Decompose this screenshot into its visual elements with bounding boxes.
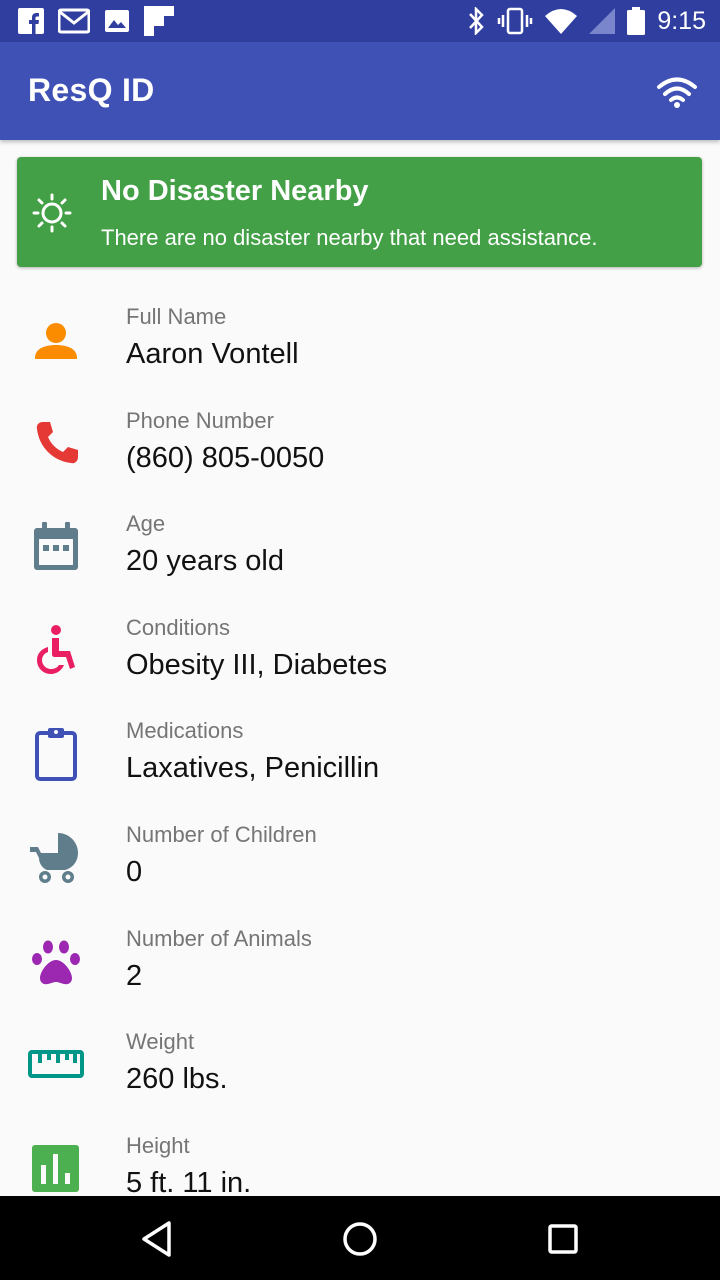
- profile-row-full-name: Full Name Aaron Vontell: [0, 268, 720, 372]
- profile-row-weight: Weight 260 lbs.: [0, 993, 720, 1097]
- clipboard-icon: [35, 728, 77, 781]
- cell-signal-icon: [589, 8, 616, 34]
- row-label: Full Name: [126, 304, 227, 329]
- row-value: Obesity III, Diabetes: [126, 649, 388, 681]
- wifi-icon[interactable]: [656, 76, 698, 108]
- phone-icon: [36, 422, 78, 464]
- row-label: Age: [126, 511, 166, 536]
- vibrate-icon: [498, 7, 533, 35]
- sun-icon: [32, 193, 72, 233]
- row-value: 2: [126, 960, 143, 992]
- system-nav-bar: [0, 1196, 720, 1280]
- banner-title: No Disaster Nearby: [101, 175, 369, 207]
- back-icon[interactable]: [133, 1214, 183, 1264]
- facebook-icon: [18, 8, 44, 34]
- person-icon: [35, 323, 77, 359]
- app-bar: ResQ ID: [0, 42, 720, 140]
- row-value: Aaron Vontell: [126, 338, 299, 370]
- row-label: Number of Animals: [126, 926, 312, 951]
- row-label: Height: [126, 1133, 190, 1158]
- ruler-icon: [28, 1050, 84, 1078]
- row-label: Weight: [126, 1029, 195, 1054]
- calendar-icon: [34, 522, 78, 570]
- row-value: (860) 805-0050: [126, 442, 325, 474]
- profile-row-children: Number of Children 0: [0, 786, 720, 890]
- paw-icon: [32, 940, 80, 985]
- bar-chart-icon: [32, 1145, 79, 1192]
- battery-icon: [627, 7, 646, 35]
- status-time: 9:15: [657, 6, 706, 35]
- row-value: Laxatives, Penicillin: [126, 752, 380, 784]
- row-label: Medications: [126, 718, 244, 743]
- wifi-signal-icon: [545, 9, 578, 34]
- row-value: 5 ft. 11 in.: [126, 1167, 252, 1196]
- stroller-icon: [30, 833, 78, 883]
- row-label: Number of Children: [126, 822, 317, 847]
- photos-icon: [105, 10, 129, 32]
- status-bar: 9:15: [0, 0, 720, 42]
- profile-row-age: Age 20 years old: [0, 475, 720, 579]
- profile-row-animals: Number of Animals 2: [0, 890, 720, 994]
- profile-row-conditions: Conditions Obesity III, Diabetes: [0, 579, 720, 683]
- flipboard-icon: [144, 6, 174, 36]
- row-value: 0: [126, 856, 143, 888]
- app-title: ResQ ID: [28, 72, 155, 108]
- profile-row-height: Height 5 ft. 11 in.: [0, 1097, 720, 1196]
- row-value: 260 lbs.: [126, 1063, 228, 1095]
- profile-list[interactable]: Full Name Aaron Vontell Phone Number (86…: [0, 268, 720, 1196]
- profile-row-phone: Phone Number (860) 805-0050: [0, 372, 720, 476]
- row-value: 20 years old: [126, 545, 284, 577]
- row-label: Conditions: [126, 615, 230, 640]
- wheelchair-icon: [37, 625, 75, 674]
- home-icon[interactable]: [335, 1214, 385, 1264]
- recents-icon[interactable]: [538, 1214, 588, 1264]
- row-label: Phone Number: [126, 408, 274, 433]
- gmail-icon: [58, 8, 90, 34]
- banner-text: There are no disaster nearby that need a…: [101, 225, 598, 250]
- bluetooth-icon: [469, 7, 485, 35]
- profile-row-medications: Medications Laxatives, Penicillin: [0, 682, 720, 786]
